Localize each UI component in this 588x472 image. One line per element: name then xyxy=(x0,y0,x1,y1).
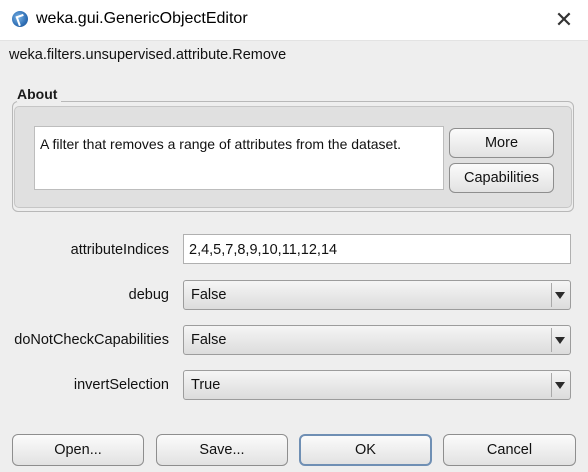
weka-app-icon xyxy=(12,11,28,27)
capabilities-button[interactable]: Capabilities xyxy=(449,163,554,193)
chevron-down-icon[interactable] xyxy=(551,373,568,397)
save-button[interactable]: Save... xyxy=(156,434,288,466)
window-title: weka.gui.GenericObjectEditor xyxy=(36,10,248,27)
more-button[interactable]: More xyxy=(449,128,554,158)
attribute-indices-field[interactable]: 2,4,5,7,8,9,10,11,12,14 xyxy=(183,234,571,264)
do-not-check-capabilities-label: doNotCheckCapabilities xyxy=(14,332,169,348)
about-description: A filter that removes a range of attribu… xyxy=(34,126,444,190)
cancel-button[interactable]: Cancel xyxy=(443,434,576,466)
chevron-down-icon[interactable] xyxy=(551,283,568,307)
title-bar: weka.gui.GenericObjectEditor ✕ xyxy=(0,0,588,41)
invert-selection-value: True xyxy=(191,377,221,393)
filter-classname: weka.filters.unsupervised.attribute.Remo… xyxy=(9,47,287,63)
about-heading: About xyxy=(17,86,62,102)
do-not-check-capabilities-value: False xyxy=(191,332,227,348)
ok-button[interactable]: OK xyxy=(299,434,432,466)
close-icon[interactable]: ✕ xyxy=(550,6,578,34)
do-not-check-capabilities-dropdown[interactable]: False xyxy=(183,325,571,355)
invert-selection-dropdown[interactable]: True xyxy=(183,370,571,400)
attribute-indices-label: attributeIndices xyxy=(70,242,169,258)
debug-label: debug xyxy=(128,287,169,303)
open-button[interactable]: Open... xyxy=(12,434,144,466)
invert-selection-label: invertSelection xyxy=(73,377,169,393)
debug-dropdown[interactable]: False xyxy=(183,280,571,310)
chevron-down-icon[interactable] xyxy=(551,328,568,352)
debug-value: False xyxy=(191,287,227,303)
